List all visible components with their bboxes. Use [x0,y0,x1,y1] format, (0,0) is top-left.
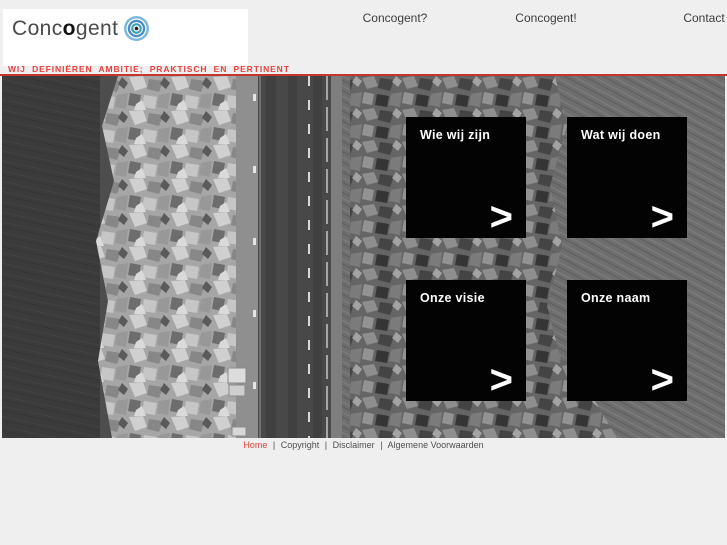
footer-separator: | [324,440,328,450]
tile-onze-visie[interactable]: Onze visie > [406,280,526,401]
nav-contact[interactable]: Contact [683,11,724,25]
footer-link-home[interactable]: Home [243,440,267,450]
target-icon [124,16,150,41]
footer-link-disclaimer[interactable]: Disclaimer [333,440,375,450]
hero-image: Wie wij zijn > Wat wij doen > Onze visie… [2,76,725,438]
tile-wat-wij-doen[interactable]: Wat wij doen > [567,117,687,238]
nav-concogent-uitroep[interactable]: Concogent! [515,11,576,25]
tile-label: Wat wij doen [581,128,661,142]
logo-box: Concogent [3,9,248,66]
tile-label: Wie wij zijn [420,128,491,142]
logo[interactable]: Concogent [12,16,150,41]
tagline: WIJ DEFINIËREN AMBITIE; PRAKTISCH EN PER… [8,64,290,74]
footer: Home | Copyright | Disclaimer | Algemene… [0,440,727,450]
footer-separator: | [272,440,276,450]
chevron-right-icon: > [489,195,513,239]
footer-link-algemene-voorwaarden[interactable]: Algemene Voorwaarden [388,440,484,450]
chevron-right-icon: > [650,358,674,402]
footer-link-copyright[interactable]: Copyright [281,440,320,450]
logo-text: Concogent [12,16,119,40]
tile-wie-wij-zijn[interactable]: Wie wij zijn > [406,117,526,238]
chevron-right-icon: > [489,358,513,402]
tile-label: Onze visie [420,291,485,305]
nav-concogent-vraag[interactable]: Concogent? [363,11,428,25]
tile-label: Onze naam [581,291,651,305]
tile-onze-naam[interactable]: Onze naam > [567,280,687,401]
concogent-homepage: Concogent Concogent? Concogent! Contact … [0,0,727,545]
footer-separator: | [380,440,383,450]
chevron-right-icon: > [650,195,674,239]
